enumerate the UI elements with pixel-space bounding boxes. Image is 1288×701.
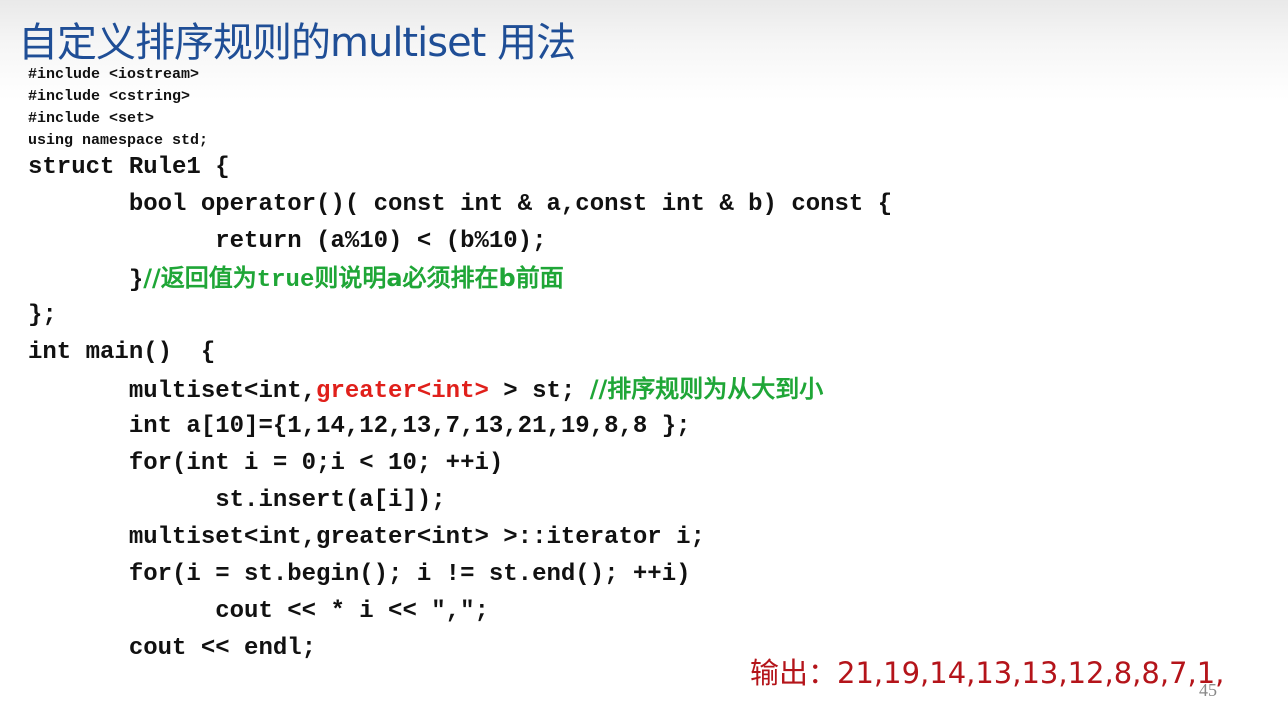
code-line-cout-item: cout << * i << ",";	[28, 598, 489, 625]
code-block: struct Rule1 { bool operator()( const in…	[28, 149, 892, 667]
page-number: 45	[1199, 680, 1217, 700]
comment-part-3: 则说明a必须排在b前面	[314, 264, 564, 292]
code-line-close-operator: }//返回值为true则说明a必须排在b前面	[28, 260, 892, 297]
comment-part-1: //返回值为	[143, 264, 257, 292]
code-line-for-insert: for(int i = 0;i < 10; ++i)	[28, 450, 504, 477]
code-line-iterator: multiset<int,greater<int> >::iterator i;	[28, 524, 705, 551]
code-line-array: int a[10]={1,14,12,13,7,13,21,19,8,8 };	[28, 413, 691, 440]
include-line-set: #include <set>	[28, 110, 155, 127]
code-multiset-prefix: multiset<int,	[28, 378, 317, 405]
code-line-close-struct: };	[28, 302, 57, 329]
code-multiset-suffix: > st;	[488, 378, 590, 405]
code-line-return: return (a%10) < (b%10);	[28, 228, 547, 255]
code-greater-highlight: greater<int>	[316, 378, 489, 405]
code-line-multiset-decl: multiset<int,greater<int> > st; //排序规则为从…	[28, 371, 892, 408]
include-block: #include <iostream> #include <cstring> #…	[28, 64, 208, 152]
code-line-struct: struct Rule1 {	[28, 154, 230, 181]
code-brace: }	[28, 267, 144, 294]
code-comment-return-meaning: //返回值为true则说明a必须排在b前面	[143, 264, 564, 294]
code-line-main: int main() {	[28, 339, 216, 366]
slide-title: 自定义排序规则的multiset 用法	[18, 20, 576, 66]
code-line-insert: st.insert(a[i]);	[28, 487, 446, 514]
code-comment-sort-rule: //排序规则为从大到小	[589, 375, 824, 403]
code-line-for-iterate: for(i = st.begin(); i != st.end(); ++i)	[28, 561, 691, 588]
program-output: 输出：21,19,14,13,13,12,8,8,7,1,	[750, 656, 1225, 690]
include-line-cstring: #include <cstring>	[28, 88, 191, 105]
code-line-operator: bool operator()( const int & a,const int…	[28, 191, 893, 218]
comment-part-true: true	[256, 267, 315, 294]
include-line-iostream: #include <iostream>	[28, 66, 200, 83]
